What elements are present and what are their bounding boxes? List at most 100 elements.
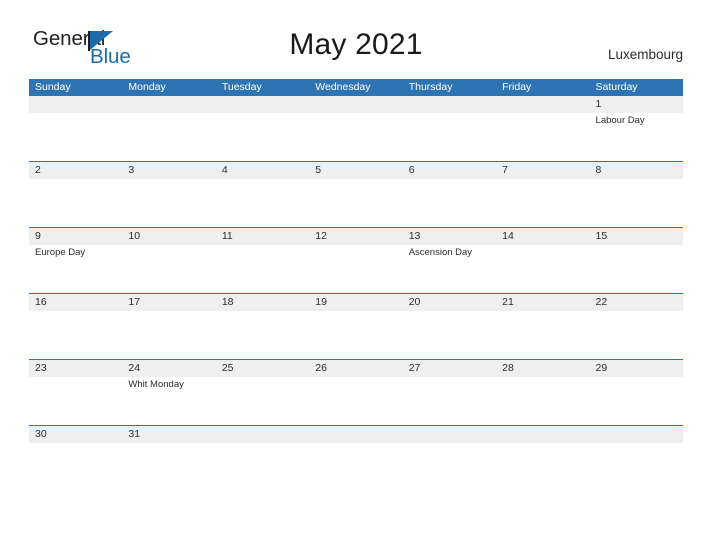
date-number (35, 96, 122, 113)
day-cell[interactable]: 14 (496, 228, 590, 293)
day-cell[interactable]: 24 Whit Monday (122, 360, 216, 425)
date-number: 19 (315, 296, 327, 308)
week-row: 23 24 Whit Monday 25 26 27 28 29 (29, 359, 683, 425)
day-cell[interactable]: 8 (589, 162, 683, 227)
day-cell[interactable]: 2 (29, 162, 123, 227)
day-cell[interactable] (309, 96, 403, 161)
day-cell[interactable]: 17 (122, 294, 216, 359)
day-cell[interactable]: 12 (309, 228, 403, 293)
weekday-wednesday: Wednesday (315, 81, 371, 93)
weekday-friday: Friday (502, 81, 532, 93)
day-cell[interactable]: 7 (496, 162, 590, 227)
event-label (502, 245, 589, 246)
date-number: 8 (595, 164, 602, 176)
date-number: 12 (315, 230, 327, 242)
page-title: May 2021 (289, 28, 423, 61)
event-label (35, 443, 122, 444)
event-label (222, 311, 309, 312)
date-number: 24 (128, 362, 141, 374)
date-number: 1 (595, 98, 602, 110)
event-label (315, 377, 402, 378)
day-cell[interactable] (402, 96, 497, 161)
date-number: 20 (408, 296, 421, 308)
day-cell[interactable]: 18 (215, 294, 310, 359)
day-cell[interactable]: 27 (402, 360, 497, 425)
calendar-page: General Blue May 2021 Luxembourg Sunday … (0, 0, 712, 550)
day-cell[interactable] (309, 426, 403, 460)
day-cell[interactable]: 1 Labour Day (589, 96, 683, 161)
day-cell[interactable]: 10 (122, 228, 216, 293)
date-number (222, 96, 309, 113)
day-cell[interactable]: 13 Ascension Day (402, 228, 497, 293)
day-cell[interactable]: 11 (215, 228, 310, 293)
day-cell[interactable]: 19 (309, 294, 403, 359)
event-label (222, 179, 309, 180)
event-label (596, 443, 683, 444)
date-number (222, 426, 309, 443)
day-cell[interactable] (122, 96, 216, 161)
date-number (502, 96, 589, 113)
day-cell[interactable]: 23 (29, 360, 123, 425)
event-label (35, 377, 122, 378)
event-label (35, 179, 122, 180)
event-label: Labour Day (595, 115, 645, 126)
day-cell[interactable] (29, 96, 123, 161)
event-label (315, 113, 402, 114)
day-cell[interactable]: 29 (589, 360, 683, 425)
event-label (222, 245, 309, 246)
date-number: 7 (502, 164, 508, 176)
event-label (315, 179, 402, 180)
date-number: 3 (128, 164, 135, 176)
weekday-saturday: Saturday (595, 81, 638, 93)
event-label (128, 311, 215, 312)
day-cell[interactable] (215, 96, 310, 161)
event-label (502, 113, 589, 114)
day-cell[interactable]: 4 (215, 162, 310, 227)
day-cell[interactable] (215, 426, 310, 460)
date-number: 5 (315, 164, 322, 176)
week-row: 1 Labour Day (29, 96, 683, 161)
day-cell[interactable]: 16 (29, 294, 123, 359)
event-label (35, 311, 122, 312)
event-label (128, 443, 215, 444)
day-cell[interactable]: 30 (29, 426, 123, 460)
event-label (409, 179, 496, 180)
day-cell[interactable]: 21 (496, 294, 590, 359)
event-label (222, 113, 309, 114)
event-label (596, 311, 683, 312)
day-cell[interactable]: 6 (402, 162, 497, 227)
date-number: 31 (128, 428, 141, 440)
day-cell[interactable]: 15 (589, 228, 683, 293)
event-label (222, 443, 309, 444)
weekday-tuesday: Tuesday (221, 81, 262, 93)
event-label: Ascension Day (408, 247, 473, 258)
day-cell[interactable]: 26 (309, 360, 403, 425)
day-cell[interactable]: 20 (402, 294, 497, 359)
day-cell[interactable] (402, 426, 497, 460)
date-number: 25 (221, 362, 234, 374)
date-number: 21 (502, 296, 514, 308)
event-label (128, 245, 215, 246)
day-cell[interactable]: 5 (309, 162, 403, 227)
event-label (315, 245, 402, 246)
day-cell[interactable] (589, 426, 683, 460)
date-number: 13 (408, 230, 421, 242)
day-cell[interactable] (496, 96, 590, 161)
event-label (222, 377, 309, 378)
weekday-header-row: Sunday Monday Tuesday Wednesday Thursday… (29, 79, 683, 96)
week-row: 2 3 4 5 6 7 8 (29, 161, 683, 227)
event-label (409, 113, 496, 114)
event-label: Europe Day (35, 247, 86, 258)
day-cell[interactable]: 28 (496, 360, 590, 425)
date-number: 18 (221, 296, 234, 308)
date-number (409, 426, 496, 443)
country-label: Luxembourg (607, 47, 683, 62)
day-cell[interactable] (496, 426, 590, 460)
day-cell[interactable]: 9 Europe Day (29, 228, 123, 293)
day-cell[interactable]: 25 (215, 360, 310, 425)
event-label (502, 311, 589, 312)
day-cell[interactable]: 22 (589, 294, 683, 359)
day-cell[interactable]: 3 (122, 162, 216, 227)
date-number: 28 (502, 362, 514, 374)
day-cell[interactable]: 31 (122, 426, 216, 460)
